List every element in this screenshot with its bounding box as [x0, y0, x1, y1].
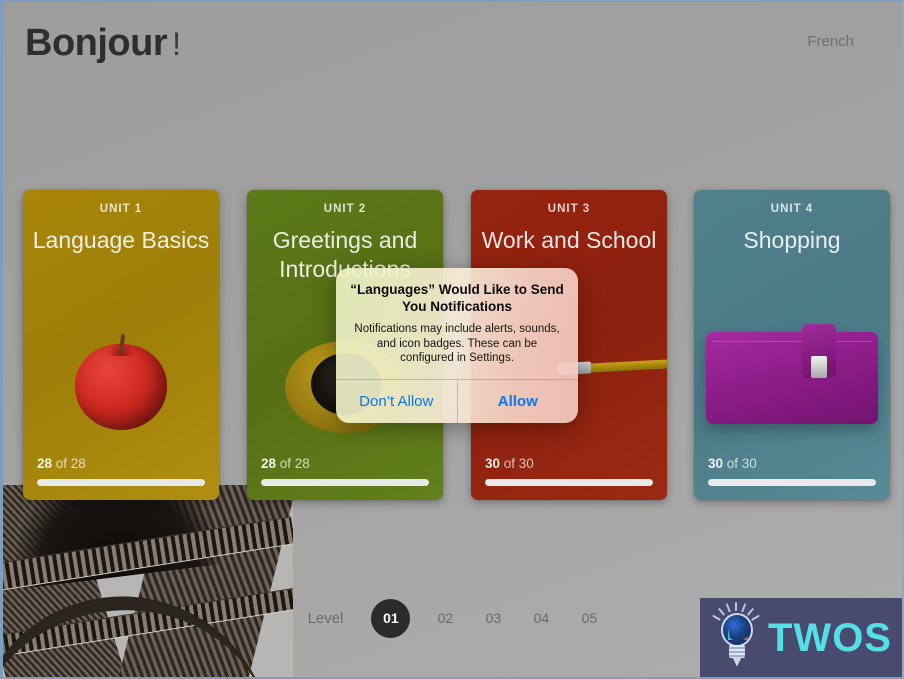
greeting-text: Bonjour	[25, 22, 168, 64]
unit-title: Work and School	[481, 227, 657, 253]
unit-completed-count: 28	[261, 456, 277, 471]
unit-completed-count: 30	[708, 456, 724, 471]
unit-number-label: UNIT 2	[323, 203, 367, 215]
allow-button[interactable]: Allow	[458, 380, 579, 423]
dont-allow-button[interactable]: Don’t Allow	[336, 380, 457, 423]
unit-progress-fill	[261, 479, 429, 486]
page-title: Bonjour!	[25, 22, 181, 65]
level-item-02[interactable]: 02	[432, 610, 458, 626]
unit-progress-count: 28 of 28	[261, 456, 310, 471]
unit-total-count: of 28	[52, 456, 86, 471]
level-item-05[interactable]: 05	[576, 610, 602, 626]
apple-icon	[75, 333, 167, 430]
language-label[interactable]: French	[807, 33, 854, 50]
greeting-punctuation: !	[172, 26, 181, 62]
unit-number-label: UNIT 4	[770, 203, 814, 215]
unit-completed-count: 30	[485, 456, 501, 471]
unit-progress-bar	[261, 479, 429, 486]
unit-completed-count: 28	[37, 456, 53, 471]
unit-progress-fill	[708, 479, 876, 486]
unit-number-label: UNIT 3	[547, 203, 591, 215]
header: Bonjour! French	[3, 2, 902, 84]
unit-progress-fill	[37, 479, 205, 486]
unit-total-count: of 30	[500, 456, 534, 471]
eiffel-tower-background-image	[3, 485, 293, 677]
unit-card[interactable]: UNIT 4 Shopping 30 of 30	[694, 190, 890, 500]
dialog-message: Notifications may include alerts, sounds…	[354, 323, 560, 364]
level-label: Level	[307, 609, 344, 627]
lightbulb-icon	[708, 601, 764, 669]
app-window: Bonjour! French UNIT 1 Language Basics 2…	[0, 0, 904, 679]
level-item-04[interactable]: 04	[528, 610, 554, 626]
unit-card[interactable]: UNIT 1 Language Basics 28 of 28	[23, 190, 219, 500]
unit-number-label: UNIT 1	[99, 203, 143, 215]
unit-progress-bar	[708, 479, 876, 486]
unit-total-count: of 28	[276, 456, 310, 471]
unit-title: Language Basics	[32, 227, 210, 253]
level-item-03[interactable]: 03	[480, 610, 506, 626]
notification-permission-dialog[interactable]: “Languages” Would Like to Send You Notif…	[336, 268, 578, 423]
unit-title: Shopping	[743, 227, 841, 253]
unit-progress-count: 28 of 28	[37, 456, 86, 471]
unit-total-count: of 30	[723, 456, 757, 471]
twos-wordmark: TWOS	[768, 615, 892, 660]
wallet-icon	[706, 324, 878, 424]
dialog-button-row: Don’t Allow Allow	[336, 379, 578, 423]
unit-progress-bar	[485, 479, 653, 486]
level-item-01[interactable]: 01	[371, 598, 411, 638]
twos-watermark: TWOS	[700, 598, 902, 677]
unit-progress-count: 30 of 30	[708, 456, 757, 471]
unit-progress-fill	[485, 479, 653, 486]
unit-progress-count: 30 of 30	[485, 456, 534, 471]
unit-progress-bar	[37, 479, 205, 486]
dialog-title: “Languages” Would Like to Send You Notif…	[350, 282, 564, 314]
